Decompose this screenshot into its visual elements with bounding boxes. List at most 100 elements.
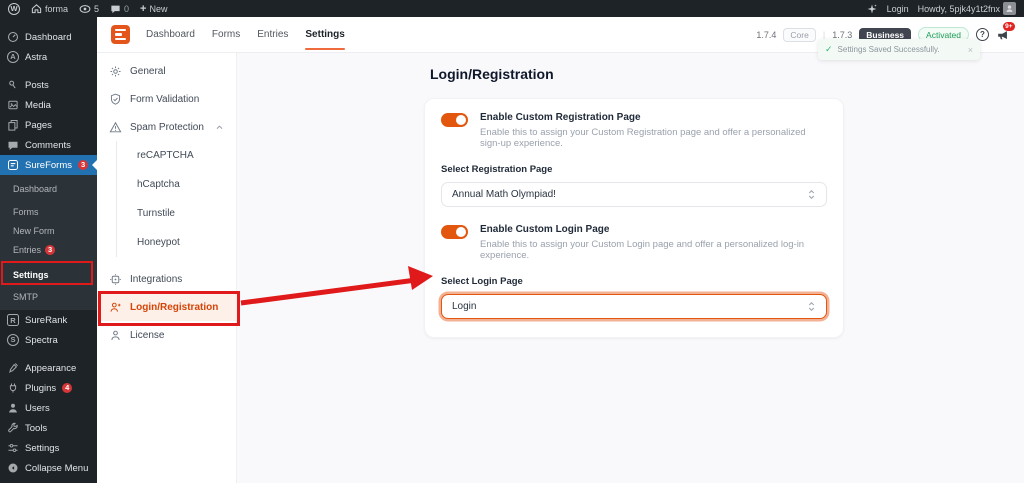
settings-nav-label: License xyxy=(130,329,165,341)
wordpress-logo-icon: W xyxy=(8,2,20,15)
sliders-icon xyxy=(7,442,19,454)
tab-dashboard[interactable]: Dashboard xyxy=(146,19,195,50)
settings-nav-hcaptcha[interactable]: hCaptcha xyxy=(117,170,236,199)
sidebar-item-collapse-menu[interactable]: Collapse Menu xyxy=(0,458,97,478)
comments-count: 0 xyxy=(124,3,130,14)
sidebar-label: SureRank xyxy=(25,314,68,326)
sidebar-item-plugins[interactable]: Plugins 4 xyxy=(0,378,97,398)
submenu-item-forms[interactable]: Forms xyxy=(0,202,97,221)
page-title: Login/Registration xyxy=(430,66,554,82)
sidebar-label: Tools xyxy=(25,422,48,434)
users-icon xyxy=(7,402,19,414)
settings-nav-label: Form Validation xyxy=(130,93,200,105)
login-page-select[interactable]: Login xyxy=(441,294,827,319)
tab-settings[interactable]: Settings xyxy=(305,19,346,50)
select-chevrons-icon xyxy=(807,300,816,313)
plug-icon xyxy=(7,382,19,394)
submenu-item-smtp[interactable]: SMTP xyxy=(0,287,97,306)
comment-icon xyxy=(7,140,19,151)
sidebar-label: SureForms xyxy=(25,159,72,171)
sidebar-item-pages[interactable]: Pages xyxy=(0,115,97,135)
registration-toggle-row: Enable Custom Registration Page Enable t… xyxy=(441,112,827,149)
announcements-icon[interactable]: 9+ xyxy=(996,22,1015,41)
wp-sidebar: Dashboard A Astra Posts Media Pages Comm… xyxy=(0,17,97,483)
settings-nav-turnstile[interactable]: Turnstile xyxy=(117,199,236,228)
sidebar-label: Settings xyxy=(25,442,60,454)
tab-forms[interactable]: Forms xyxy=(212,19,240,50)
spam-protection-submenu: reCAPTCHA hCaptcha Turnstile Honeypot xyxy=(116,141,236,257)
submenu-item-dashboard[interactable]: Dashboard xyxy=(0,179,97,198)
settings-nav-login-registration[interactable]: Login/Registration xyxy=(97,293,236,321)
brush-icon xyxy=(7,362,19,374)
version-divider: | xyxy=(822,29,826,40)
sureforms-count-badge: 3 xyxy=(77,160,89,170)
sidebar-label: Appearance xyxy=(25,362,77,374)
settings-nav-label: Login/Registration xyxy=(130,301,219,313)
core-badge: Core xyxy=(783,27,816,42)
updates-link[interactable]: 5 xyxy=(79,4,99,14)
sidebar-label: Comments xyxy=(25,139,71,151)
settings-nav-label: Spam Protection xyxy=(130,121,204,133)
wp-admin-bar: W forma 5 0 + New Login Howdy, 5pjk4y1t2… xyxy=(0,0,1024,17)
registration-select-label: Select Registration Page xyxy=(441,164,553,175)
sidebar-item-astra[interactable]: A Astra xyxy=(0,47,97,67)
settings-nav-general[interactable]: General xyxy=(97,57,236,85)
sidebar-item-comments[interactable]: Comments xyxy=(0,135,97,155)
settings-nav-form-validation[interactable]: Form Validation xyxy=(97,85,236,113)
howdy-label: Howdy, 5pjk4y1t2fnx xyxy=(917,3,1000,14)
wp-logo-menu[interactable]: W xyxy=(8,2,20,15)
sidebar-label: Users xyxy=(25,402,50,414)
settings-nav-gap xyxy=(97,257,236,265)
sidebar-label: Dashboard xyxy=(25,31,72,43)
ai-sparkle-icon[interactable] xyxy=(866,3,878,15)
enable-registration-toggle[interactable] xyxy=(441,113,468,127)
gauge-icon xyxy=(7,31,19,43)
user-icon xyxy=(109,329,122,342)
sidebar-item-sureforms[interactable]: SureForms 3 xyxy=(0,155,97,175)
sidebar-label: Plugins xyxy=(25,382,57,394)
enable-login-toggle[interactable] xyxy=(441,225,468,239)
sidebar-label: Posts xyxy=(25,79,49,91)
sidebar-item-appearance[interactable]: Appearance xyxy=(0,358,97,378)
sidebar-separator xyxy=(0,67,97,75)
sidebar-item-dashboard[interactable]: Dashboard xyxy=(0,27,97,47)
login-select-label: Select Login Page xyxy=(441,276,523,287)
sureforms-submenu: Dashboard Forms New Form Entries 3 Setti… xyxy=(0,175,97,310)
sidebar-item-posts[interactable]: Posts xyxy=(0,75,97,95)
sureforms-logo-icon[interactable] xyxy=(111,25,130,44)
comments-link[interactable]: 0 xyxy=(110,4,129,14)
plugin-tabs: Dashboard Forms Entries Settings xyxy=(146,19,346,50)
select-chevrons-icon xyxy=(807,188,816,201)
toast-close-icon[interactable]: × xyxy=(968,45,973,55)
registration-page-select[interactable]: Annual Math Olympiad! xyxy=(441,182,827,207)
entries-count-badge: 3 xyxy=(45,244,56,255)
sidebar-item-media[interactable]: Media xyxy=(0,95,97,115)
settings-nav-integrations[interactable]: Integrations xyxy=(97,265,236,293)
login-menu-item[interactable]: Login xyxy=(887,4,909,14)
submenu-item-settings[interactable]: Settings xyxy=(0,263,97,287)
settings-nav: General Form Validation Spam Protection … xyxy=(97,53,237,483)
sidebar-item-tools[interactable]: Tools xyxy=(0,418,97,438)
settings-nav-license[interactable]: License xyxy=(97,321,236,349)
user-plus-icon xyxy=(109,301,122,314)
site-name-link[interactable]: forma xyxy=(31,3,68,14)
sidebar-item-settings[interactable]: Settings xyxy=(0,438,97,458)
toast-message: Settings Saved Successfully. xyxy=(837,45,940,54)
tab-entries[interactable]: Entries xyxy=(257,19,288,50)
submenu-item-entries[interactable]: Entries 3 xyxy=(0,240,97,259)
settings-nav-recaptcha[interactable]: reCAPTCHA xyxy=(117,141,236,170)
site-name: forma xyxy=(45,3,69,14)
plus-icon: + xyxy=(140,2,147,15)
settings-nav-honeypot[interactable]: Honeypot xyxy=(117,228,236,257)
howdy-account-menu[interactable]: Howdy, 5pjk4y1t2fnx xyxy=(918,2,1016,15)
sidebar-item-surerank[interactable]: R SureRank xyxy=(0,310,97,330)
surerank-icon: R xyxy=(7,314,19,326)
new-content-button[interactable]: + New xyxy=(140,3,167,15)
submenu-item-new-form[interactable]: New Form xyxy=(0,221,97,240)
settings-nav-spam-protection[interactable]: Spam Protection xyxy=(97,113,236,141)
sidebar-item-spectra[interactable]: S Spectra xyxy=(0,330,97,350)
registration-toggle-label: Enable Custom Registration Page xyxy=(480,112,641,123)
comment-bubble-icon xyxy=(110,4,121,14)
sidebar-label: Media xyxy=(25,99,51,111)
sidebar-item-users[interactable]: Users xyxy=(0,398,97,418)
